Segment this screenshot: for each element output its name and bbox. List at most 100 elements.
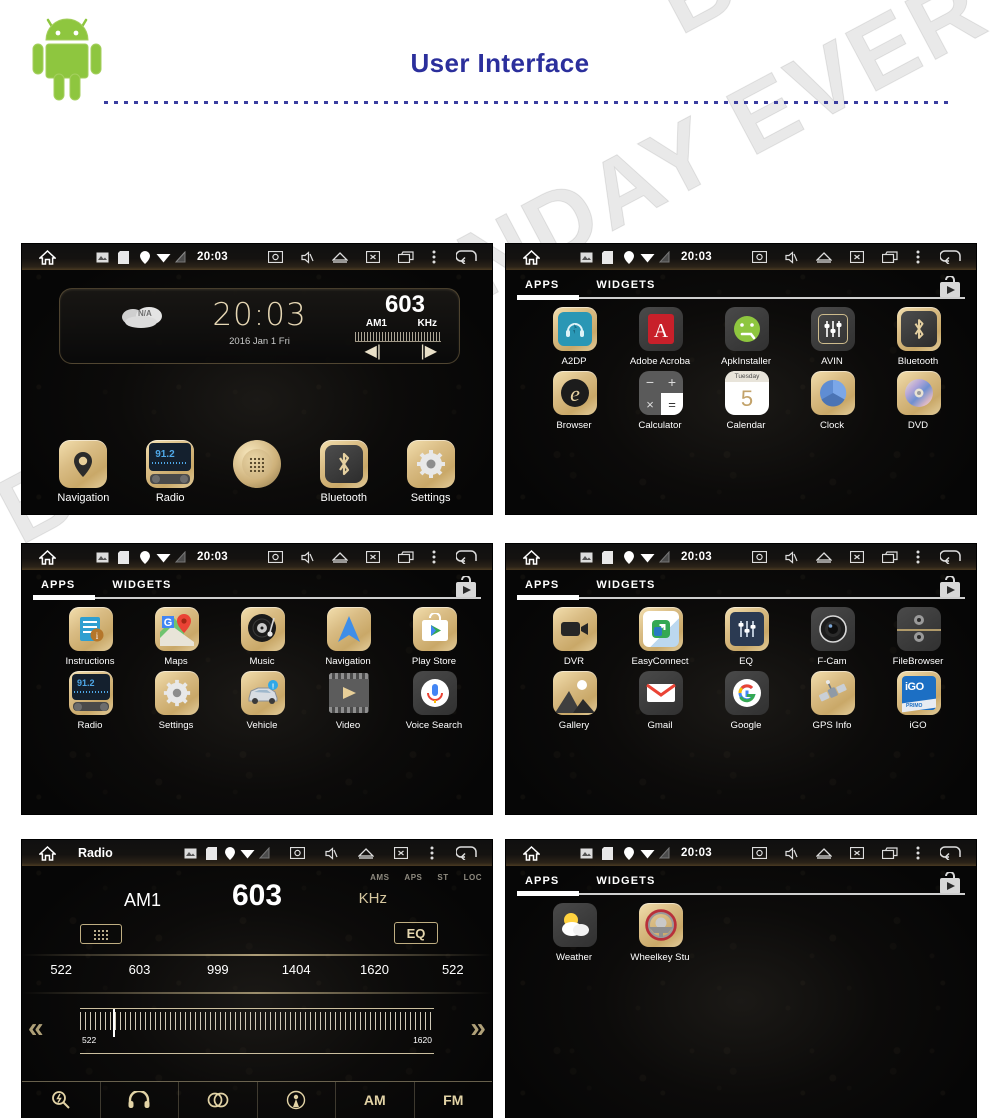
overflow-menu-icon[interactable]: [432, 550, 436, 564]
close-screen-icon[interactable]: [850, 551, 865, 563]
home-icon[interactable]: [523, 845, 540, 861]
close-screen-icon[interactable]: [366, 551, 381, 563]
app-easyconnect[interactable]: EasyConnect: [618, 607, 704, 667]
tune-up-icon[interactable]: »: [470, 1012, 486, 1044]
eject-icon[interactable]: [332, 251, 349, 263]
eject-icon[interactable]: [816, 847, 833, 859]
mute-icon[interactable]: [301, 550, 314, 564]
keypad-icon[interactable]: [80, 924, 122, 944]
app-calculator[interactable]: − + × = Calculator: [618, 371, 704, 431]
back-icon[interactable]: [940, 846, 962, 860]
app-dvr[interactable]: DVR: [532, 607, 618, 667]
home-icon[interactable]: [39, 845, 56, 861]
next-track-icon[interactable]: |▶: [421, 341, 437, 361]
tab-widgets[interactable]: WIDGETS: [112, 579, 171, 591]
dock-item-settings[interactable]: Settings: [392, 440, 470, 504]
close-screen-icon[interactable]: [394, 847, 408, 859]
app-clock[interactable]: Clock: [790, 371, 876, 431]
app-navigation[interactable]: Navigation: [306, 607, 392, 667]
app-igo[interactable]: iGO PRIMO iGO: [876, 671, 962, 731]
screenshot-icon[interactable]: [268, 251, 284, 263]
preset-1[interactable]: 522: [22, 962, 100, 977]
app-weather[interactable]: Weather: [532, 903, 618, 963]
overflow-menu-icon[interactable]: [430, 846, 434, 860]
app-play-store[interactable]: Play Store: [392, 607, 478, 667]
app-instructions[interactable]: i Instructions: [48, 607, 134, 667]
app-gallery[interactable]: Gallery: [532, 671, 618, 731]
eject-icon[interactable]: [816, 551, 833, 563]
tune-down-icon[interactable]: «: [28, 1012, 44, 1044]
dock-item-bluetooth[interactable]: Bluetooth: [305, 440, 383, 504]
back-icon[interactable]: [456, 846, 478, 860]
app-eq[interactable]: EQ: [704, 607, 790, 667]
app-adobe-acrobat[interactable]: A Adobe Acroba: [618, 307, 704, 367]
overflow-menu-icon[interactable]: [916, 550, 920, 564]
close-screen-icon[interactable]: [366, 251, 381, 263]
mute-icon[interactable]: [785, 550, 798, 564]
screenshot-icon[interactable]: [268, 551, 284, 563]
recent-apps-icon[interactable]: [882, 847, 898, 859]
back-icon[interactable]: [456, 550, 478, 564]
screenshot-icon[interactable]: [752, 847, 768, 859]
dock-item-radio[interactable]: 91.2 Radio: [131, 440, 209, 504]
recent-apps-icon[interactable]: [398, 251, 414, 263]
back-icon[interactable]: [940, 250, 962, 264]
dock-item-app-drawer[interactable]: [218, 440, 296, 504]
mute-icon[interactable]: [325, 846, 338, 860]
app-video[interactable]: Video: [306, 671, 392, 731]
app-f-cam[interactable]: F-Cam: [790, 607, 876, 667]
tab-apps[interactable]: APPS: [525, 279, 559, 291]
app-gmail[interactable]: Gmail: [618, 671, 704, 731]
tab-apps[interactable]: APPS: [525, 875, 559, 887]
recent-apps-icon[interactable]: [882, 251, 898, 263]
mute-icon[interactable]: [785, 250, 798, 264]
app-gps-info[interactable]: GPS Info: [790, 671, 876, 731]
app-avin[interactable]: AVIN: [790, 307, 876, 367]
app-wheelkey-study[interactable]: Wheelkey Stu: [618, 903, 704, 963]
app-music[interactable]: Music: [220, 607, 306, 667]
app-browser[interactable]: e Browser: [532, 371, 618, 431]
close-screen-icon[interactable]: [850, 847, 865, 859]
fm-button[interactable]: FM: [415, 1082, 493, 1118]
recent-apps-icon[interactable]: [398, 551, 414, 563]
app-apkinstaller[interactable]: ApkInstaller: [704, 307, 790, 367]
preset-4[interactable]: 1404: [257, 962, 335, 977]
back-icon[interactable]: [456, 250, 478, 264]
app-radio[interactable]: 91.2 Radio: [48, 671, 134, 731]
preset-2[interactable]: 603: [100, 962, 178, 977]
app-filebrowser[interactable]: FileBrowser: [876, 607, 962, 667]
home-icon[interactable]: [523, 549, 540, 565]
app-calendar[interactable]: Tuesday 5 Calendar: [704, 371, 790, 431]
recent-apps-icon[interactable]: [882, 551, 898, 563]
tuner-scale[interactable]: 522 1620: [80, 1008, 434, 1054]
home-widget[interactable]: N/A 20:03 2016 Jan 1 Fri 603 AM1 KHz ◀| …: [59, 288, 460, 364]
app-bluetooth[interactable]: Bluetooth: [876, 307, 962, 367]
preset-6[interactable]: 522: [414, 962, 492, 977]
eject-icon[interactable]: [816, 251, 833, 263]
preset-3[interactable]: 999: [179, 962, 257, 977]
screenshot-icon[interactable]: [290, 847, 305, 859]
am-button[interactable]: AM: [336, 1082, 415, 1118]
app-dvd[interactable]: DVD: [876, 371, 962, 431]
mute-icon[interactable]: [785, 846, 798, 860]
screenshot-icon[interactable]: [752, 251, 768, 263]
overflow-menu-icon[interactable]: [432, 250, 436, 264]
headphone-button[interactable]: [101, 1082, 179, 1118]
app-google[interactable]: Google: [704, 671, 790, 731]
eject-icon[interactable]: [358, 847, 374, 859]
app-voice-search[interactable]: Voice Search: [392, 671, 478, 731]
overflow-menu-icon[interactable]: [916, 250, 920, 264]
tab-widgets[interactable]: WIDGETS: [596, 875, 655, 887]
back-icon[interactable]: [940, 550, 962, 564]
eject-icon[interactable]: [332, 551, 349, 563]
overflow-menu-icon[interactable]: [916, 846, 920, 860]
home-icon[interactable]: [523, 249, 540, 265]
broadcast-button[interactable]: [258, 1082, 336, 1118]
app-settings[interactable]: Settings: [134, 671, 220, 731]
home-icon[interactable]: [39, 249, 56, 265]
app-a2dp[interactable]: A2DP: [532, 307, 618, 367]
eq-button[interactable]: EQ: [394, 922, 438, 944]
search-scan-button[interactable]: [22, 1082, 101, 1118]
tab-widgets[interactable]: WIDGETS: [596, 279, 655, 291]
app-vehicle[interactable]: ! Vehicle: [220, 671, 306, 731]
